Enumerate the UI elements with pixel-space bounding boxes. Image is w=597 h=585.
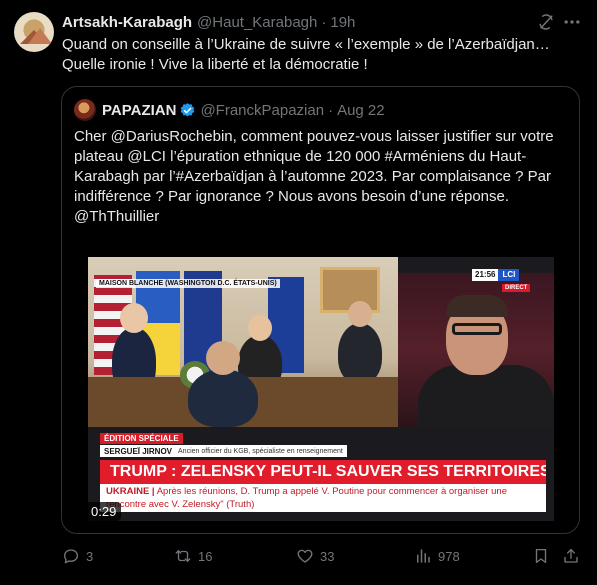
- repost-icon: [175, 550, 191, 562]
- separator-dot: ·: [321, 13, 327, 31]
- quoted-tweet[interactable]: PAPAZIAN @FranckPapazian · Aug 22 Cher @…: [61, 86, 580, 534]
- news-ticker: UKRAINE | Après les réunions, D. Trump a…: [100, 484, 546, 512]
- action-bar: 3 16 33 978: [62, 546, 582, 566]
- grok-icon[interactable]: [536, 12, 556, 32]
- bookmark-button[interactable]: [532, 546, 556, 566]
- like-button[interactable]: 33: [296, 546, 334, 566]
- views-count: 978: [438, 548, 460, 564]
- guest-lower-third: SERGUEÏ JIRNOV Ancien officier du KGB, s…: [100, 445, 347, 457]
- guest-name: SERGUEÏ JIRNOV: [104, 446, 173, 456]
- reply-button[interactable]: 3: [62, 546, 93, 566]
- channel-logo: LCI: [498, 269, 520, 281]
- verified-icon: [181, 102, 195, 117]
- bookmark-icon: [535, 548, 547, 564]
- like-icon: [297, 549, 313, 563]
- share-icon: [564, 548, 578, 563]
- separator-dot: ·: [328, 101, 334, 119]
- video-clock: 21:56: [472, 269, 499, 281]
- repost-count: 16: [198, 548, 213, 564]
- author-handle[interactable]: @Haut_Karabagh: [197, 14, 317, 31]
- ticker-prefix: UKRAINE |: [106, 486, 155, 497]
- channel-bug: 21:56 LCI: [472, 269, 520, 281]
- live-badge: DIRECT: [502, 284, 531, 292]
- more-icon[interactable]: [562, 12, 582, 32]
- video-location-label: MAISON BLANCHE (WASHINGTON D.C. ÉTATS-UN…: [96, 279, 280, 288]
- quote-date[interactable]: Aug 22: [337, 102, 385, 119]
- tweet[interactable]: Artsakh-Karabagh @Haut_Karabagh · 19h Qu…: [0, 0, 597, 585]
- author-avatar[interactable]: [14, 12, 54, 52]
- quote-author-name[interactable]: PAPAZIAN: [102, 102, 176, 119]
- video-duration: 0:29: [86, 502, 122, 521]
- video-player[interactable]: MAISON BLANCHE (WASHINGTON D.C. ÉTATS-UN…: [88, 257, 554, 521]
- quote-author-handle[interactable]: @FranckPapazian: [200, 102, 324, 119]
- like-count: 33: [320, 548, 335, 564]
- author-name[interactable]: Artsakh-Karabagh: [62, 14, 192, 31]
- edition-tag: ÉDITION SPÉCIALE: [100, 433, 183, 444]
- tweet-text: Quand on conseille à l’Ukraine de suivre…: [62, 36, 550, 73]
- reply-count: 3: [86, 548, 94, 564]
- reply-icon: [63, 549, 79, 564]
- quote-text: Cher @DariusRochebin, comment pouvez-vou…: [74, 128, 554, 225]
- share-button[interactable]: [562, 546, 586, 566]
- quote-header: PAPAZIAN @FranckPapazian · Aug 22: [74, 99, 385, 121]
- tweet-header: Artsakh-Karabagh @Haut_Karabagh · 19h: [62, 12, 355, 32]
- views-button[interactable]: 978: [414, 546, 460, 566]
- tweet-time[interactable]: 19h: [330, 14, 355, 31]
- quote-avatar[interactable]: [74, 99, 96, 121]
- video-headline: TRUMP : ZELENSKY PEUT-IL SAUVER SES TERR…: [100, 460, 546, 484]
- views-icon: [417, 549, 430, 563]
- repost-button[interactable]: 16: [174, 546, 212, 566]
- guest-role: Ancien officier du KGB, spécialiste en r…: [178, 447, 343, 455]
- ticker-text: Après les réunions, D. Trump a appelé V.…: [106, 486, 507, 510]
